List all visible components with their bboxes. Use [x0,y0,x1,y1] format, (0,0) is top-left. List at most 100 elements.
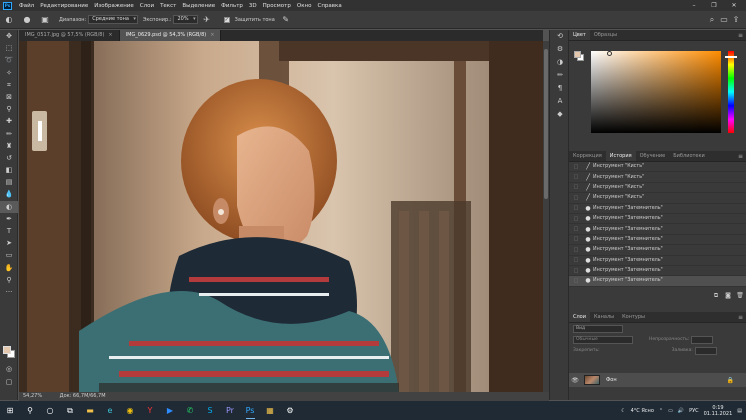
exposure-input[interactable]: 20% [173,15,198,24]
menu-view[interactable]: Просмотр [260,3,294,9]
skype-icon[interactable]: S [202,402,219,419]
workspace-icon[interactable]: ▭ [718,14,730,26]
tab-layers[interactable]: Слои [569,312,590,322]
path-select-tool-icon[interactable]: ➤ [0,237,18,249]
type-tool-icon[interactable]: T [0,225,18,237]
range-select[interactable]: Средние тона [88,15,138,24]
history-panel-icon[interactable]: ⟲ [550,30,570,43]
history-state-icon[interactable]: □ [569,247,583,253]
layer-filter-select[interactable]: Вид [573,324,623,333]
menu-layers[interactable]: Слои [137,3,157,9]
tab-color[interactable]: Цвет [569,30,590,40]
windows-start-icon[interactable]: ⊞ [2,402,19,419]
list-item[interactable]: □ ╱ Инструмент "Кисть" [569,183,746,194]
tray-overflow-icon[interactable]: ⌃ [659,408,663,414]
photoshop-taskbar-icon[interactable]: Ps [242,402,259,419]
tab-img-0517[interactable]: IMG_0517.jpg @ 57,5% (RGB/8) × [19,30,120,41]
search-icon[interactable]: ⌕ [706,14,718,26]
history-state-icon[interactable]: □ [569,164,583,170]
healing-brush-tool-icon[interactable]: ✚ [0,115,18,127]
tab-swatches[interactable]: Образцы [590,30,621,40]
close-tab-icon[interactable]: × [210,32,214,38]
protect-tones-checkbox[interactable]: ✓ [223,16,230,23]
menu-select[interactable]: Выделение [179,3,218,9]
new-document-from-state-icon[interactable]: ⧉ [710,292,722,300]
close-tab-icon[interactable]: × [108,32,112,38]
color-picker-ring-icon[interactable] [607,51,612,56]
weather-text[interactable]: 4°C Ясно [631,408,654,414]
history-state-icon[interactable]: □ [569,236,583,242]
task-view-icon[interactable]: ⧉ [62,402,79,419]
image-viewer-icon[interactable]: ▦ [262,402,279,419]
screen-mode-icon[interactable]: ▢ [0,376,18,388]
menu-3d[interactable]: 3D [246,3,260,9]
history-state-icon[interactable]: □ [569,184,583,190]
tab-paths[interactable]: Контуры [618,312,649,322]
color-field[interactable] [591,51,721,133]
paragraph-panel-icon[interactable]: ¶ [550,82,570,95]
list-item[interactable]: □ ● Инструмент "Затемнитель" [569,266,746,277]
whatsapp-icon[interactable]: ✆ [182,402,199,419]
hue-marker[interactable] [725,56,737,58]
volume-icon[interactable]: 🔊 [678,408,684,414]
shapes-panel-icon[interactable]: ◆ [550,108,570,121]
zoom-app-icon[interactable]: ▶ [162,402,179,419]
menu-type[interactable]: Текст [157,3,179,9]
tab-img-0629[interactable]: IMG_0629.psd @ 54,3% (RGB/8) × [119,30,222,41]
history-state-icon[interactable]: □ [569,195,583,201]
list-item[interactable]: □ ● Инструмент "Затемнитель" [569,214,746,225]
blur-tool-icon[interactable]: 💧 [0,188,18,200]
tab-adjustments[interactable]: Коррекция [569,151,606,161]
file-explorer-icon[interactable]: ▬ [82,402,99,419]
layer-row[interactable]: 👁 Фон 🔒 [569,373,746,387]
history-state-icon[interactable]: □ [569,226,583,232]
lasso-tool-icon[interactable]: ➰ [0,54,18,66]
history-state-icon[interactable]: □ [569,216,583,222]
chrome-icon[interactable]: ◉ [122,402,139,419]
close-icon[interactable]: ✕ [724,0,744,11]
document-canvas[interactable] [19,41,543,392]
tab-libraries[interactable]: Библиотеки [669,151,709,161]
move-tool-icon[interactable]: ✥ [0,30,18,42]
gradient-tool-icon[interactable]: ▤ [0,176,18,188]
settings-icon[interactable]: ⚙ [282,402,299,419]
yandex-browser-icon[interactable]: Y [142,402,159,419]
zoom-tool-icon[interactable]: ⚲ [0,274,18,286]
list-item[interactable]: □ ╱ Инструмент "Кисть" [569,193,746,204]
color-swatches[interactable] [3,346,15,358]
menu-window[interactable]: Окно [294,3,315,9]
panel-menu-icon[interactable]: ≡ [738,151,743,162]
history-state-icon[interactable]: □ [569,278,583,284]
eraser-tool-icon[interactable]: ◧ [0,164,18,176]
premiere-pro-icon[interactable]: Pr [222,402,239,419]
more-tools-icon[interactable]: ··· [0,286,18,298]
notifications-icon[interactable]: ▤ [737,408,742,414]
list-item[interactable]: □ ● Инструмент "Затемнитель" [569,245,746,256]
tab-channels[interactable]: Каналы [590,312,618,322]
tab-history[interactable]: История [605,151,636,161]
list-item[interactable]: □ ● Инструмент "Затемнитель" [569,204,746,214]
hand-tool-icon[interactable]: ✋ [0,262,18,274]
brush-settings-icon[interactable]: ▣ [39,14,51,26]
quick-select-tool-icon[interactable]: ✧ [0,67,18,79]
list-item[interactable]: □ ╱ Инструмент "Кисть" [569,162,746,173]
character-panel-icon[interactable]: A [550,95,570,108]
history-brush-tool-icon[interactable]: ↺ [0,152,18,164]
eyedropper-tool-icon[interactable]: ⚲ [0,103,18,115]
clone-stamp-tool-icon[interactable]: ♜ [0,140,18,152]
weather-moon-icon[interactable]: ☾ [621,408,625,414]
maximize-icon[interactable]: ❐ [704,0,724,11]
pen-tool-icon[interactable]: ✒ [0,213,18,225]
list-item[interactable]: □ ● Инструмент "Затемнитель" [569,224,746,235]
zoom-level[interactable]: 54,27% [23,393,42,399]
snapshot-icon[interactable]: ◙ [722,292,734,299]
history-state-icon[interactable]: □ [569,268,583,274]
share-icon[interactable]: ⇪ [730,14,742,26]
frame-tool-icon[interactable]: ⊠ [0,91,18,103]
panel-menu-icon[interactable]: ≡ [738,312,743,323]
opacity-input[interactable] [691,335,714,344]
brush-tool-icon[interactable]: ✏ [0,128,18,140]
brush-panel-icon[interactable]: ✏ [550,69,570,82]
shape-tool-icon[interactable]: ▭ [0,249,18,261]
menu-file[interactable]: Файл [16,3,37,9]
